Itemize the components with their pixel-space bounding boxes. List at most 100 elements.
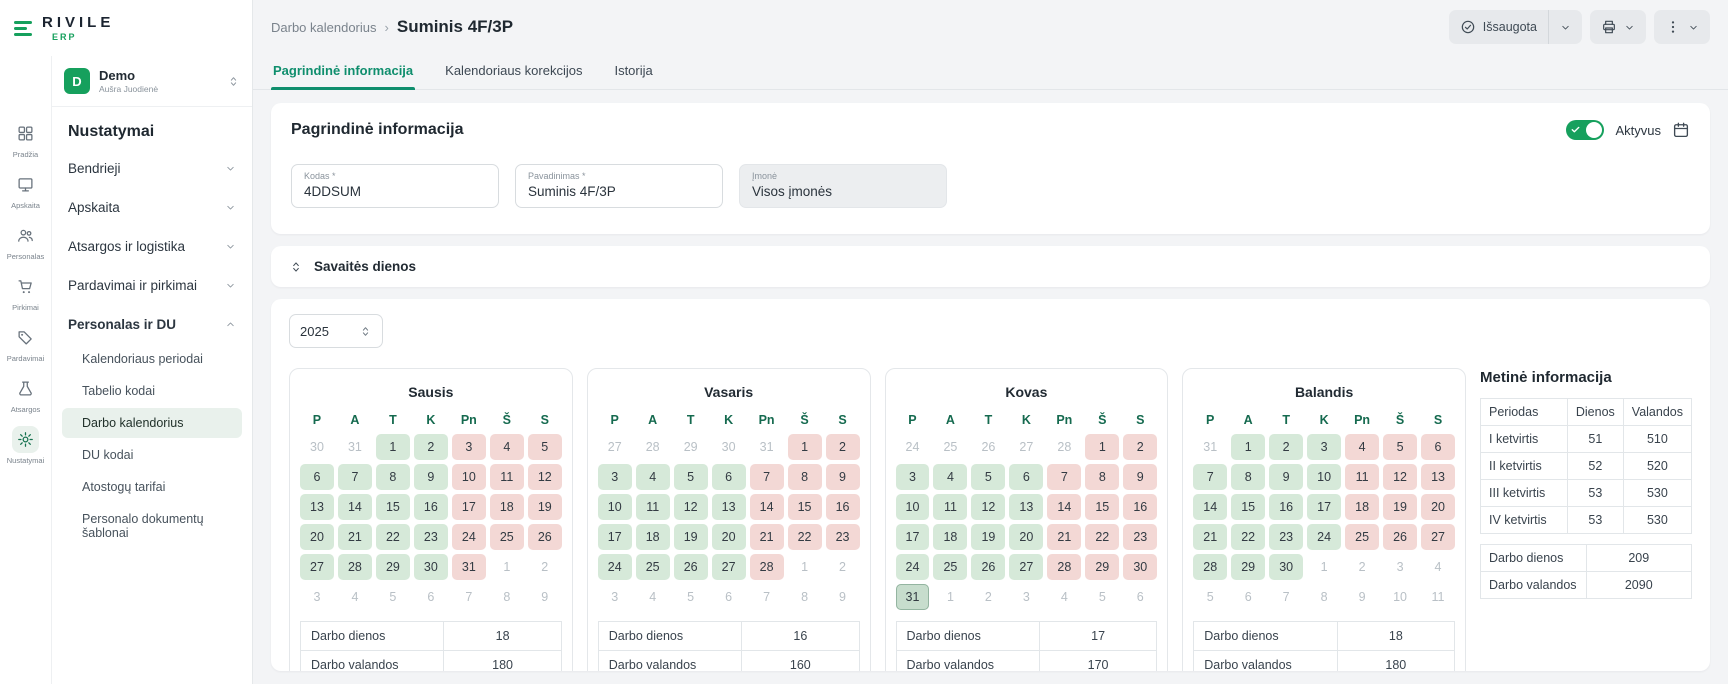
day-cell[interactable]: 18 xyxy=(636,524,670,550)
day-cell[interactable]: 14 xyxy=(1047,494,1081,520)
sidebar-group-atsargos-ir-logistika[interactable]: Atsargos ir logistika xyxy=(52,227,252,266)
day-cell[interactable]: 3 xyxy=(452,434,486,460)
day-cell[interactable]: 22 xyxy=(376,524,410,550)
field-pavadinimas[interactable]: Pavadinimas *Suminis 4F/3P xyxy=(515,164,723,208)
day-cell[interactable]: 13 xyxy=(300,494,334,520)
sidebar-group-bendrieji[interactable]: Bendrieji xyxy=(52,149,252,188)
day-cell[interactable]: 19 xyxy=(528,494,562,520)
day-cell[interactable]: 23 xyxy=(1123,524,1157,550)
day-cell[interactable]: 15 xyxy=(1085,494,1119,520)
day-cell[interactable]: 27 xyxy=(712,554,746,580)
sidebar-item-kalendoriaus-periodai[interactable]: Kalendoriaus periodai xyxy=(62,344,242,374)
day-cell[interactable]: 11 xyxy=(1345,464,1379,490)
day-cell[interactable]: 18 xyxy=(933,524,967,550)
day-cell[interactable]: 18 xyxy=(1345,494,1379,520)
day-cell[interactable]: 30 xyxy=(1269,554,1303,580)
day-cell[interactable]: 3 xyxy=(896,464,930,490)
day-cell[interactable]: 13 xyxy=(1421,464,1455,490)
day-cell[interactable]: 8 xyxy=(1231,464,1265,490)
day-cell[interactable]: 2 xyxy=(826,434,860,460)
day-cell[interactable]: 8 xyxy=(376,464,410,490)
day-cell[interactable]: 16 xyxy=(1123,494,1157,520)
day-cell[interactable]: 4 xyxy=(636,464,670,490)
tab-pagrindine-informacija[interactable]: Pagrindinė informacija xyxy=(271,54,415,89)
day-cell[interactable]: 1 xyxy=(788,434,822,460)
day-cell[interactable]: 1 xyxy=(376,434,410,460)
day-cell[interactable]: 26 xyxy=(971,554,1005,580)
day-cell[interactable]: 10 xyxy=(1307,464,1341,490)
sidebar-item-atostogu-tarifai[interactable]: Atostogų tarifai xyxy=(62,472,242,502)
day-cell[interactable]: 27 xyxy=(300,554,334,580)
day-cell[interactable]: 17 xyxy=(598,524,632,550)
day-cell[interactable]: 7 xyxy=(750,464,784,490)
day-cell[interactable]: 26 xyxy=(528,524,562,550)
day-cell[interactable]: 10 xyxy=(598,494,632,520)
day-cell[interactable]: 12 xyxy=(1383,464,1417,490)
day-cell[interactable]: 11 xyxy=(636,494,670,520)
day-cell[interactable]: 18 xyxy=(490,494,524,520)
day-cell[interactable]: 23 xyxy=(826,524,860,550)
sidebar-item-darbo-kalendorius[interactable]: Darbo kalendorius xyxy=(62,408,242,438)
sidebar-group-personalas-ir-du[interactable]: Personalas ir DU xyxy=(52,305,252,344)
day-cell[interactable]: 5 xyxy=(528,434,562,460)
day-cell[interactable]: 29 xyxy=(1085,554,1119,580)
day-cell[interactable]: 2 xyxy=(1123,434,1157,460)
rail-item-apskaita[interactable]: Apskaita xyxy=(11,171,40,210)
day-cell[interactable]: 5 xyxy=(674,464,708,490)
day-cell[interactable]: 10 xyxy=(452,464,486,490)
day-cell[interactable]: 24 xyxy=(598,554,632,580)
day-cell[interactable]: 29 xyxy=(1231,554,1265,580)
day-cell[interactable]: 3 xyxy=(1307,434,1341,460)
day-cell[interactable]: 24 xyxy=(1307,524,1341,550)
calendar-icon[interactable] xyxy=(1672,121,1690,139)
print-button[interactable] xyxy=(1590,10,1646,44)
day-cell[interactable]: 22 xyxy=(788,524,822,550)
day-cell[interactable]: 26 xyxy=(1383,524,1417,550)
day-cell[interactable]: 15 xyxy=(788,494,822,520)
day-cell[interactable]: 9 xyxy=(414,464,448,490)
day-cell[interactable]: 9 xyxy=(1123,464,1157,490)
day-cell[interactable]: 5 xyxy=(971,464,1005,490)
day-cell[interactable]: 6 xyxy=(712,464,746,490)
day-cell[interactable]: 20 xyxy=(1421,494,1455,520)
account-switcher[interactable]: D Demo Aušra Juodienė xyxy=(52,56,252,107)
rail-item-pirkimai[interactable]: Pirkimai xyxy=(12,273,39,312)
day-cell[interactable]: 31 xyxy=(896,584,930,610)
day-cell[interactable]: 21 xyxy=(750,524,784,550)
day-cell[interactable]: 12 xyxy=(674,494,708,520)
day-cell[interactable]: 17 xyxy=(1307,494,1341,520)
active-toggle[interactable] xyxy=(1566,120,1604,140)
day-cell[interactable]: 27 xyxy=(1421,524,1455,550)
day-cell[interactable]: 6 xyxy=(1009,464,1043,490)
day-cell[interactable]: 6 xyxy=(300,464,334,490)
day-cell[interactable]: 25 xyxy=(1345,524,1379,550)
sidebar-item-tabelio-kodai[interactable]: Tabelio kodai xyxy=(62,376,242,406)
day-cell[interactable]: 25 xyxy=(636,554,670,580)
year-select[interactable]: 2025 xyxy=(289,314,383,348)
day-cell[interactable]: 21 xyxy=(1047,524,1081,550)
day-cell[interactable]: 27 xyxy=(1009,554,1043,580)
sidebar-group-pardavimai-ir-pirkimai[interactable]: Pardavimai ir pirkimai xyxy=(52,266,252,305)
day-cell[interactable]: 14 xyxy=(1193,494,1227,520)
day-cell[interactable]: 16 xyxy=(414,494,448,520)
day-cell[interactable]: 17 xyxy=(896,524,930,550)
tab-istorija[interactable]: Istorija xyxy=(612,54,654,89)
day-cell[interactable]: 29 xyxy=(376,554,410,580)
day-cell[interactable]: 12 xyxy=(528,464,562,490)
day-cell[interactable]: 11 xyxy=(933,494,967,520)
day-cell[interactable]: 13 xyxy=(1009,494,1043,520)
day-cell[interactable]: 24 xyxy=(896,554,930,580)
day-cell[interactable]: 8 xyxy=(788,464,822,490)
day-cell[interactable]: 1 xyxy=(1085,434,1119,460)
day-cell[interactable]: 28 xyxy=(750,554,784,580)
day-cell[interactable]: 20 xyxy=(1009,524,1043,550)
saved-dropdown-button[interactable] xyxy=(1549,10,1582,44)
more-actions-button[interactable] xyxy=(1654,10,1710,44)
rail-item-atsargos[interactable]: Atsargos xyxy=(11,375,41,414)
day-cell[interactable]: 7 xyxy=(1193,464,1227,490)
day-cell[interactable]: 11 xyxy=(490,464,524,490)
day-cell[interactable]: 12 xyxy=(971,494,1005,520)
day-cell[interactable]: 30 xyxy=(1123,554,1157,580)
rail-item-nustatymai[interactable]: Nustatymai xyxy=(7,426,45,465)
day-cell[interactable]: 25 xyxy=(933,554,967,580)
